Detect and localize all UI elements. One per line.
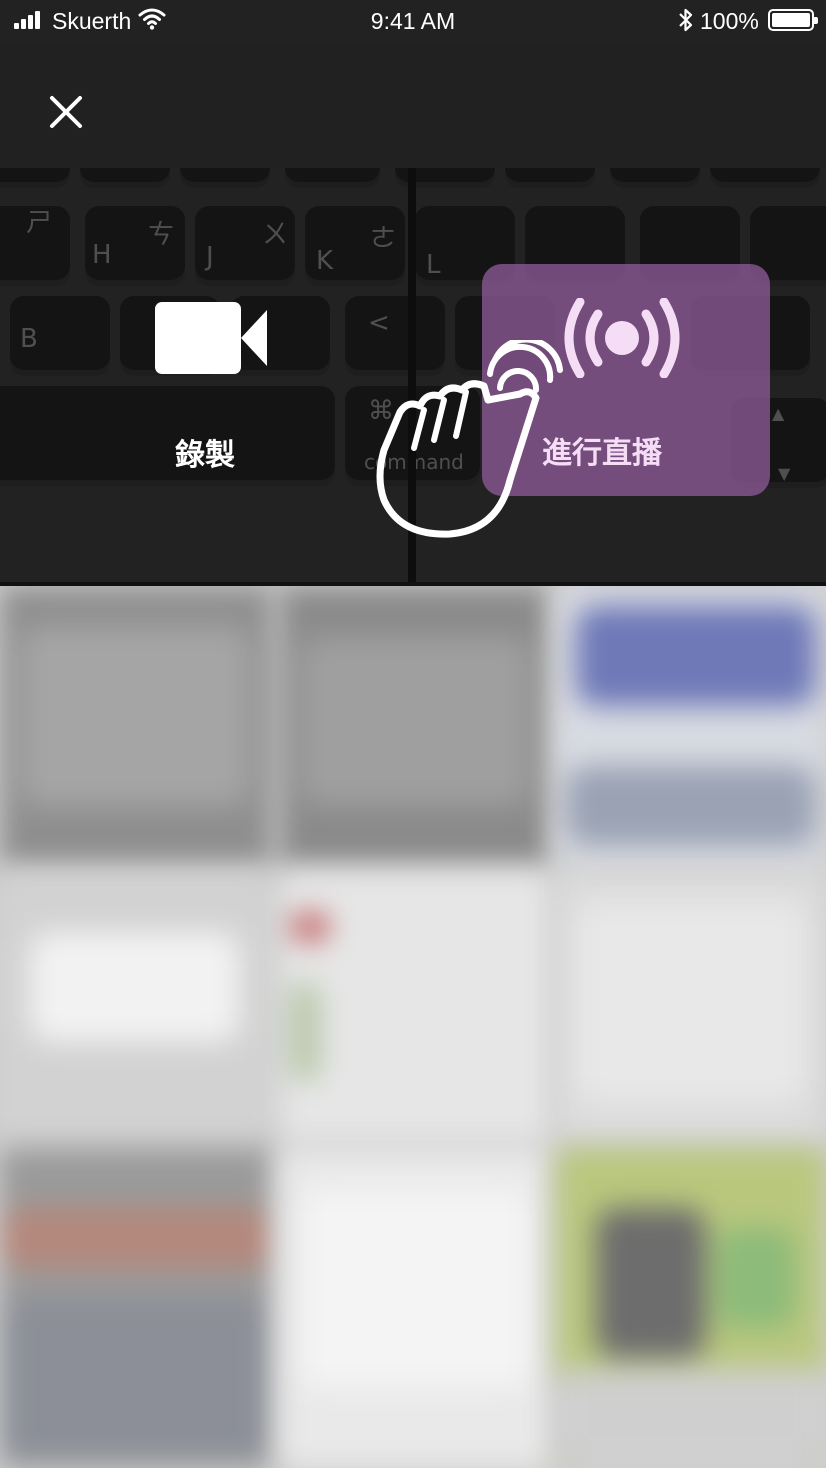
gallery-thumbnail[interactable] xyxy=(0,872,272,1142)
record-mode-label: 錄製 xyxy=(175,438,235,473)
status-bar: Skuerth 9:41 AM 100% xyxy=(0,0,826,42)
bluetooth-icon xyxy=(679,8,693,32)
gallery-thumbnail[interactable] xyxy=(280,586,550,866)
battery-percentage: 100% xyxy=(700,8,759,34)
gallery-thumbnail[interactable] xyxy=(280,872,550,1142)
gallery-thumbnail[interactable] xyxy=(556,586,826,866)
gallery-thumbnail[interactable] xyxy=(0,586,272,866)
media-gallery xyxy=(0,586,826,1468)
record-mode-button[interactable]: 錄製 xyxy=(110,288,300,488)
camera-preview: ㄕ ㄘ ㄨ ㄜ H J K L B < ⌘ command ▲ ▼ 錄製 進行直… xyxy=(0,168,826,582)
gallery-thumbnail[interactable] xyxy=(0,1148,272,1468)
gallery-thumbnail[interactable] xyxy=(556,872,826,1142)
top-bar xyxy=(0,42,826,168)
tap-hand-icon xyxy=(376,340,563,538)
close-icon[interactable] xyxy=(40,86,92,138)
battery-icon xyxy=(768,9,818,31)
gallery-thumbnail[interactable] xyxy=(280,1148,550,1468)
video-camera-icon xyxy=(155,302,267,374)
gallery-thumbnail[interactable] xyxy=(556,1148,826,1468)
